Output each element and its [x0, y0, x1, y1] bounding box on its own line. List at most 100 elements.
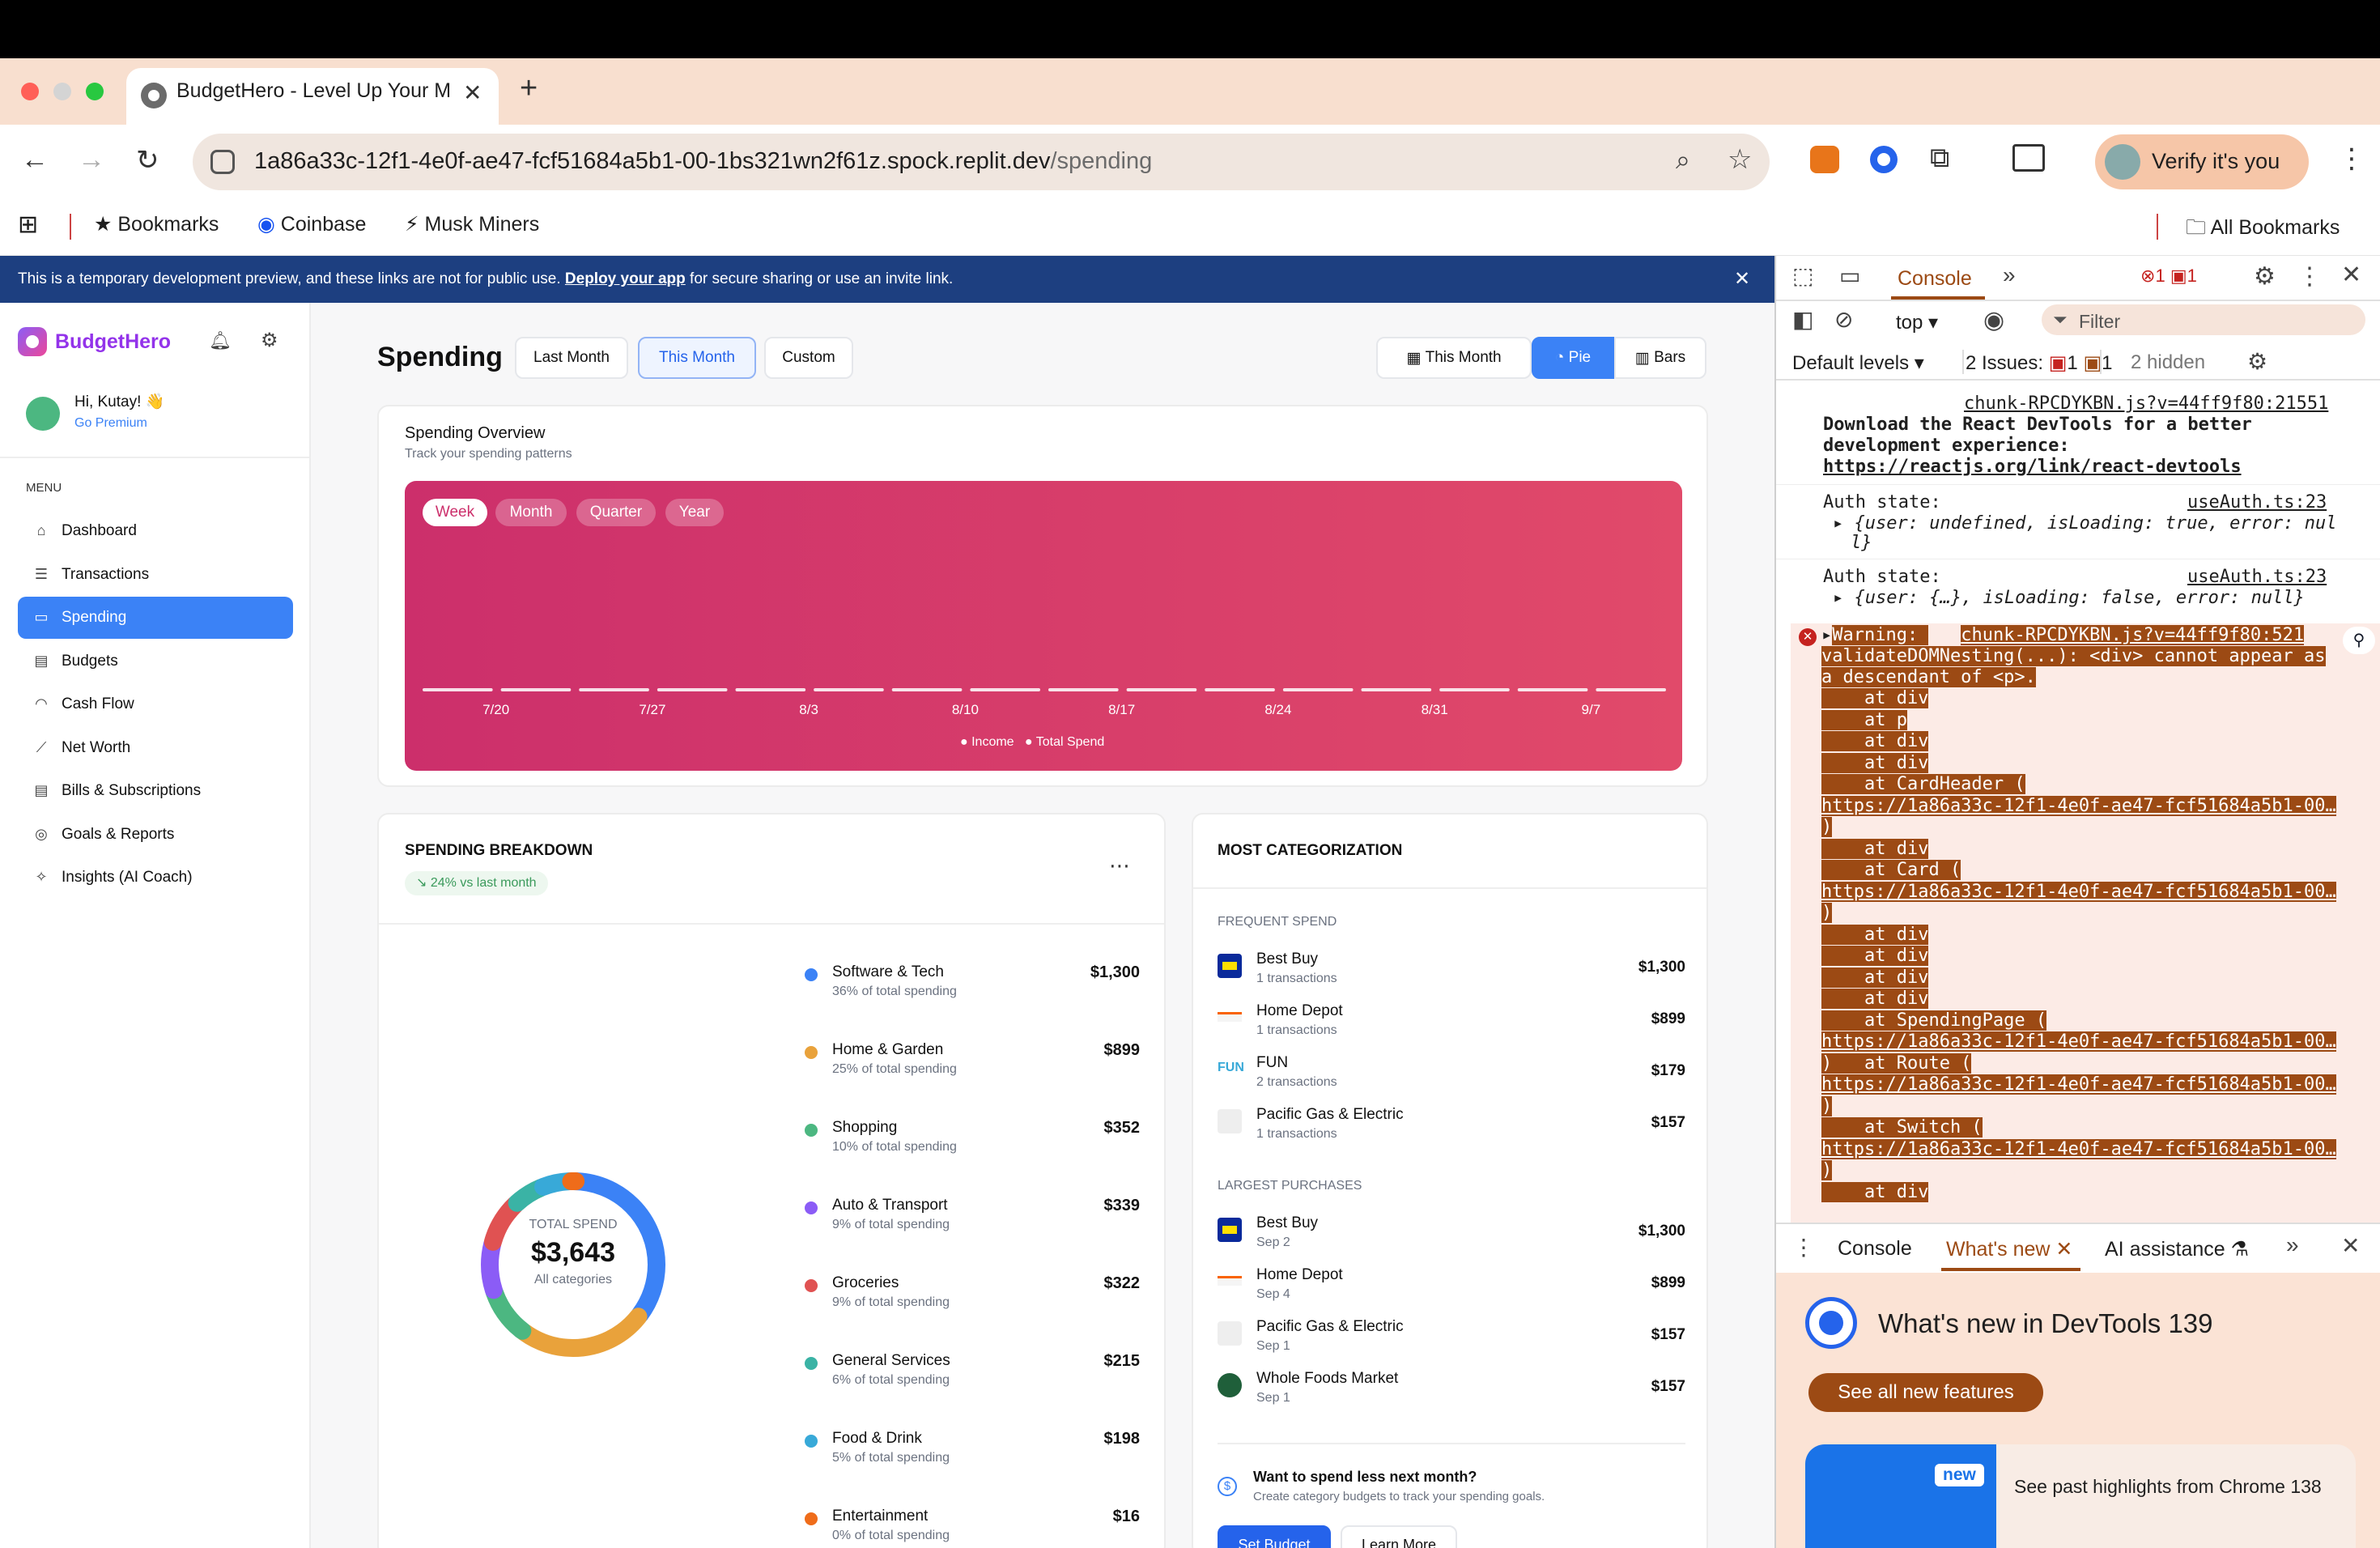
stack-source-link[interactable]: https://1a86a33c-12f1-4e0f-ae47-fcf51684… — [1821, 795, 2336, 816]
sidebar-item-spending[interactable]: ▭ Spending — [18, 597, 293, 639]
bookmark-musk-miners[interactable]: ⚡ Musk Miners — [405, 212, 539, 236]
sidebar-item-insights-ai-coach[interactable]: ✧ Insights (AI Coach) — [18, 857, 293, 899]
site-info-icon[interactable] — [210, 150, 235, 174]
clear-console-icon[interactable]: ⊘ — [1834, 306, 1853, 333]
metamask-extension-icon[interactable] — [1810, 146, 1839, 173]
bar-income-8-24[interactable] — [1205, 688, 1275, 691]
maximize-window-button[interactable] — [86, 83, 104, 100]
log-object[interactable]: ▸ {user: undefined, isLoading: true, err… — [1833, 513, 2337, 534]
bar-income-7-20[interactable] — [423, 688, 493, 691]
learn-more-button[interactable]: Learn More — [1341, 1525, 1457, 1548]
sidebar-item-goals-reports[interactable]: ◎ Goals & Reports — [18, 814, 293, 856]
console-settings-icon[interactable]: ⚙ — [2247, 348, 2267, 375]
merchant-row[interactable]: Best Buy 1 transactions $1,300 — [1218, 950, 1685, 991]
highlights-card[interactable]: new See past highlights from Chrome 138 — [1805, 1444, 2356, 1548]
breakdown-row[interactable]: Groceries 9% of total spending $322 — [800, 1273, 1140, 1321]
set-budget-button[interactable]: Set Budget — [1218, 1525, 1331, 1548]
filter-input[interactable]: ⏷ Filter — [2042, 304, 2365, 335]
go-premium-link[interactable]: Go Premium — [74, 416, 147, 431]
log-source-link[interactable]: chunk-RPCDYKBN.js?v=44ff9f80:21551 — [1964, 393, 2328, 414]
more-tabs-icon[interactable]: » — [2003, 262, 2016, 288]
merchant-row[interactable]: Best Buy Sep 2 $1,300 — [1218, 1214, 1685, 1255]
all-bookmarks[interactable]: 🗀 All Bookmarks — [2186, 212, 2340, 247]
apps-grid-icon[interactable]: ⊞ — [18, 211, 38, 239]
browser-menu-icon[interactable]: ⋮ — [2338, 142, 2365, 175]
url-text[interactable]: 1a86a33c-12f1-4e0f-ae47-fcf51684a5b1-00-… — [254, 148, 1152, 175]
reload-icon[interactable]: ↻ — [136, 144, 159, 176]
bell-icon[interactable]: 🔔︎ — [209, 330, 232, 351]
bar-income-7-27[interactable] — [579, 688, 649, 691]
react-devtools-link[interactable]: https://reactjs.org/link/react-devtools — [1823, 457, 2242, 477]
sidebar-item-budgets[interactable]: ▤ Budgets — [18, 640, 293, 683]
deploy-link[interactable]: Deploy your app — [565, 270, 686, 287]
merchant-row[interactable]: Home Depot Sep 4 $899 — [1218, 1266, 1685, 1307]
drawer-tab-whatsnew[interactable]: What's new ✕ — [1946, 1237, 2072, 1261]
breakdown-row[interactable]: Food & Drink 5% of total spending $198 — [800, 1428, 1140, 1477]
stack-source-link[interactable]: https://1a86a33c-12f1-4e0f-ae47-fcf51684… — [1821, 881, 2336, 902]
sidebar-item-cash-flow[interactable]: ◠ Cash Flow — [18, 683, 293, 725]
close-drawer-icon[interactable]: ✕ — [2341, 1232, 2360, 1259]
breakdown-row[interactable]: Shopping 10% of total spending $352 — [800, 1117, 1140, 1166]
minimize-window-button[interactable] — [53, 83, 71, 100]
see-all-features-button[interactable]: See all new features — [1808, 1373, 2043, 1412]
log-levels-dropdown[interactable]: Default levels ▾ — [1792, 351, 1924, 375]
tab-console[interactable]: Console — [1898, 267, 1972, 291]
avatar[interactable] — [26, 397, 60, 431]
back-icon[interactable]: ← — [21, 144, 49, 176]
error-counter[interactable]: ⊗1 ▣1 — [2140, 266, 2197, 287]
extension-icon[interactable] — [1870, 146, 1898, 173]
merchant-row[interactable]: Home Depot 1 transactions $899 — [1218, 1002, 1685, 1043]
stack-source-link[interactable]: https://1a86a33c-12f1-4e0f-ae47-fcf51684… — [1821, 1031, 2336, 1052]
settings-gear-icon[interactable]: ⚙ — [2254, 262, 2276, 291]
view-bars-button[interactable]: ▥ Bars — [1614, 337, 1706, 379]
close-banner-icon[interactable]: ✕ — [1734, 267, 1750, 291]
bookmark-coinbase[interactable]: ◉ Coinbase — [257, 212, 366, 236]
profile-button[interactable]: Verify it's you — [2095, 134, 2309, 189]
drawer-tab-ai[interactable]: AI assistance ⚗ — [2105, 1237, 2249, 1261]
bar-income-8-10[interactable] — [891, 688, 963, 691]
date-picker-button[interactable]: ▦ This Month — [1376, 337, 1532, 379]
bar-income-8-17[interactable] — [1048, 688, 1119, 691]
settings-gear-icon[interactable]: ⚙ — [261, 329, 278, 352]
more-options-icon[interactable]: ⋯ — [1109, 853, 1130, 878]
stack-source-link[interactable]: https://1a86a33c-12f1-4e0f-ae47-fcf51684… — [1821, 1138, 2336, 1159]
issues-button[interactable]: 2 Issues: ▣1 ▣1 — [1966, 351, 2112, 375]
eye-icon[interactable]: ◉ — [1983, 306, 2004, 334]
address-bar[interactable]: 1a86a33c-12f1-4e0f-ae47-fcf51684a5b1-00-… — [193, 134, 1770, 190]
view-pie-button[interactable]: ◔ Pie — [1532, 337, 1614, 379]
close-window-button[interactable] — [21, 83, 39, 100]
device-toolbar-icon[interactable]: ▭ — [1839, 262, 1860, 289]
log-source-link[interactable]: useAuth.ts:23 — [2187, 492, 2327, 512]
star-icon[interactable]: ☆ — [1728, 143, 1752, 176]
range-this-month[interactable]: This Month — [638, 337, 756, 379]
breakdown-row[interactable]: Auto & Transport 9% of total spending $339 — [800, 1195, 1140, 1244]
puzzle-icon[interactable]: ⧉ — [1930, 142, 1949, 174]
breakdown-row[interactable]: Software & Tech 36% of total spending $1,3… — [800, 962, 1140, 1010]
bar-total-spend-8-31[interactable] — [1439, 688, 1510, 691]
merchant-row[interactable]: Pacific Gas & Electric 1 transactions $157 — [1218, 1106, 1685, 1146]
bar-income-8-3[interactable] — [735, 688, 806, 691]
new-tab-button[interactable]: + — [520, 71, 538, 106]
sidebar-toggle-icon[interactable]: ◧ — [1792, 306, 1813, 333]
merchant-row[interactable]: FUN FUN 2 transactions $179 — [1218, 1054, 1685, 1095]
bar-total-spend-8-10[interactable] — [970, 688, 1040, 691]
log-object[interactable]: ▸ {user: {…}, isLoading: false, error: n… — [1833, 588, 2305, 608]
ai-explain-icon[interactable]: ⚲ — [2343, 627, 2375, 654]
drawer-tab-console[interactable]: Console — [1838, 1237, 1912, 1261]
context-selector[interactable]: top ▾ — [1896, 311, 1938, 334]
close-devtools-icon[interactable]: ✕ — [2341, 261, 2361, 289]
warning-header[interactable]: ▸Warning: chunk-RPCDYKBN.js?v=44ff9f80:5… — [1821, 625, 2305, 645]
bar-total-spend-7-20[interactable] — [500, 688, 572, 691]
drawer-menu-icon[interactable]: ⋮ — [1792, 1234, 1815, 1261]
bar-total-spend-8-17[interactable] — [1126, 688, 1197, 691]
breakdown-row[interactable]: General Services 6% of total spending $215 — [800, 1350, 1140, 1399]
range-custom[interactable]: Custom — [764, 337, 853, 379]
log-source-link[interactable]: useAuth.ts:23 — [2187, 567, 2327, 587]
merchant-row[interactable]: Pacific Gas & Electric Sep 1 $157 — [1218, 1318, 1685, 1359]
sidebar-item-dashboard[interactable]: ⌂ Dashboard — [18, 510, 293, 552]
close-tab-icon[interactable]: ✕ — [463, 79, 482, 106]
tab-search-icon[interactable] — [2012, 144, 2045, 172]
bar-income-8-31[interactable] — [1361, 688, 1432, 691]
forward-icon[interactable]: → — [78, 144, 105, 176]
bar-total-spend-9-7[interactable] — [1596, 688, 1666, 691]
